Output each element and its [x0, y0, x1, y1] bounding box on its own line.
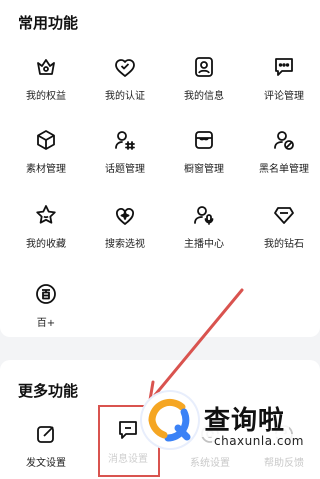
grid-item-label: 我的权益	[26, 91, 66, 102]
cube-icon	[37, 130, 55, 150]
star-icon	[36, 205, 56, 224]
grid-item-label: 橱窗管理	[184, 164, 224, 175]
grid-item-my-favorites[interactable]: 我的收藏	[6, 203, 86, 250]
grid-item-label: 我的认证	[105, 91, 145, 102]
grid-item-label: 我的钻石	[264, 239, 304, 250]
watermark-text: 查询啦	[200, 400, 290, 437]
host-mic-icon	[194, 206, 214, 225]
grid-item-my-diamonds[interactable]: 我的钻石	[244, 203, 320, 250]
diamond-icon	[274, 207, 294, 224]
blacklist-user-icon	[274, 131, 294, 150]
comment-icon	[275, 58, 293, 76]
grid-item-blacklist-management[interactable]: 黑名单管理	[244, 128, 320, 175]
grid-item-label: 话题管理	[105, 164, 145, 175]
more-functions-title: 更多功能	[18, 382, 79, 400]
grid-item-label: 我的收藏	[26, 239, 66, 250]
grid-item-showcase-management[interactable]: 橱窗管理	[164, 128, 244, 175]
grid-item-my-info[interactable]: 我的信息	[164, 55, 244, 102]
grid-item-host-center[interactable]: 主播中心	[164, 203, 244, 250]
grid-item-label: 素材管理	[26, 164, 66, 175]
watermark-logo	[142, 392, 198, 448]
grid-item-label: 主播中心	[184, 239, 224, 250]
grid-item-topic-management[interactable]: 话题管理	[85, 128, 165, 175]
topic-hash-icon	[115, 131, 135, 150]
magnifier-logo-icon	[145, 395, 195, 445]
grid-item-material-management[interactable]: 素材管理	[6, 128, 86, 175]
grid-item-baijia[interactable]: 百+	[6, 282, 86, 329]
grid-item-label: 黑名单管理	[259, 164, 309, 175]
grid-item-comment-management[interactable]: 评论管理	[244, 55, 320, 102]
sparkle-heart-icon	[116, 208, 134, 225]
watermark: 查询啦 chaxunla.com	[142, 392, 320, 462]
common-functions-card: 常用功能 我的权益 我的认证 我的信息 评论管理 素材管理 话题管理 橱窗管理 …	[0, 0, 320, 337]
grid-item-search-select[interactable]: 搜索选视	[85, 203, 165, 250]
grid-item-label: 发文设置	[26, 458, 66, 469]
profile-card-icon	[195, 57, 213, 77]
watermark-url: chaxunla.com	[212, 434, 306, 448]
baijia-icon	[36, 284, 56, 304]
verified-heart-icon	[115, 59, 135, 77]
grid-item-my-rights[interactable]: 我的权益	[6, 55, 86, 102]
common-functions-title: 常用功能	[18, 14, 79, 32]
edit-icon	[37, 426, 54, 443]
grid-item-label: 搜索选视	[105, 239, 145, 250]
grid-item-label: 百+	[36, 318, 56, 329]
crown-icon	[37, 59, 55, 75]
grid-item-label: 我的信息	[184, 91, 224, 102]
grid-item-label: 评论管理	[264, 91, 304, 102]
grid-item-post-settings[interactable]: 发文设置	[6, 422, 86, 469]
shop-window-icon	[195, 131, 213, 149]
grid-item-my-verification[interactable]: 我的认证	[85, 55, 165, 102]
